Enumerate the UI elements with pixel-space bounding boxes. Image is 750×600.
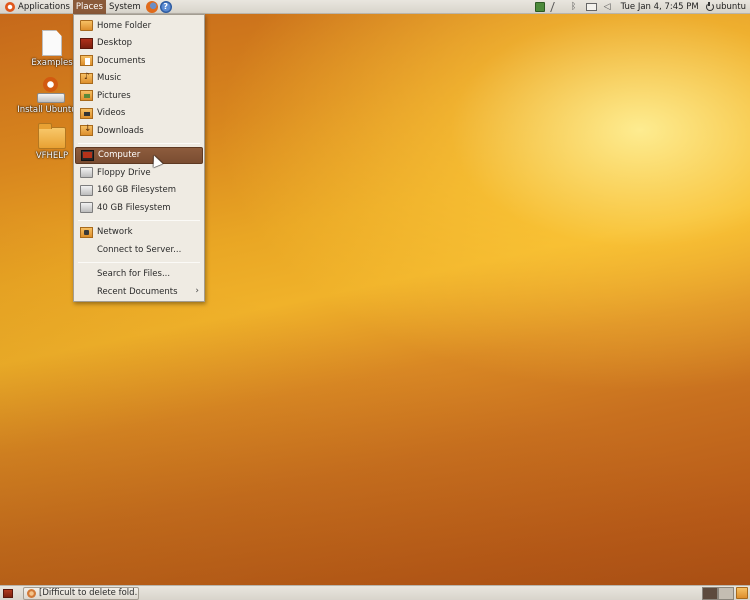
documents-folder-icon <box>80 55 93 67</box>
hard-drive-icon <box>80 202 93 214</box>
show-desktop-icon[interactable] <box>3 588 13 598</box>
system-menu[interactable]: System <box>106 0 144 14</box>
menu-item-160gb-filesystem[interactable]: 160 GB Filesystem <box>75 182 203 200</box>
window-icon <box>27 588 36 598</box>
menu-item-label: Music <box>97 73 122 84</box>
computer-icon <box>81 149 94 161</box>
firefox-icon[interactable] <box>145 0 158 13</box>
taskbar-window-button[interactable]: [Difficult to delete fold... <box>23 586 139 600</box>
ubuntu-logo-icon <box>5 1 15 12</box>
menu-item-label: Computer <box>98 150 141 161</box>
floppy-drive-icon <box>80 167 93 179</box>
music-folder-icon <box>80 72 93 84</box>
menu-item-label: 40 GB Filesystem <box>97 202 171 213</box>
menu-item-label: 160 GB Filesystem <box>97 185 176 196</box>
downloads-folder-icon <box>80 124 93 137</box>
system-menu-label: System <box>108 1 141 12</box>
session-menu[interactable]: ubuntu <box>705 1 746 12</box>
menu-item-connect-to-server[interactable]: Connect to Server... <box>75 241 203 259</box>
menu-item-label: Desktop <box>97 38 133 49</box>
applications-menu-label: Applications <box>18 1 70 12</box>
clock[interactable]: Tue Jan 4, 7:45 PM <box>621 2 699 12</box>
menu-item-label: Downloads <box>97 125 144 136</box>
menu-item-search-for-files[interactable]: Search for Files... <box>75 266 203 284</box>
menu-separator <box>78 261 200 263</box>
notification-area: ᛒ ◁ Tue Jan 4, 7:45 PM ubuntu <box>534 0 750 14</box>
menu-separator <box>78 219 200 221</box>
update-notifier-icon[interactable] <box>534 1 545 12</box>
taskbar-window-label: [Difficult to delete fold... <box>39 588 139 598</box>
menu-item-label: Search for Files... <box>97 269 171 280</box>
bluetooth-icon[interactable]: ᛒ <box>569 2 579 12</box>
folder-icon <box>38 123 66 149</box>
chevron-right-icon: › <box>195 286 199 296</box>
network-icon[interactable] <box>549 1 564 12</box>
places-menu-label: Places <box>75 1 103 12</box>
session-user-label: ubuntu <box>715 1 746 12</box>
menu-item-recent-documents[interactable]: Recent Documents › <box>75 283 203 301</box>
menu-item-label: Recent Documents <box>97 286 178 297</box>
menu-item-documents[interactable]: Documents <box>75 52 203 70</box>
menu-item-label: Network <box>97 227 133 238</box>
bottom-panel: [Difficult to delete fold... <box>0 585 750 600</box>
menu-item-label: Home Folder <box>97 20 152 31</box>
menu-item-network[interactable]: Network <box>75 224 203 242</box>
file-icon <box>42 30 62 56</box>
home-folder-icon <box>80 20 93 32</box>
menu-item-floppy-drive[interactable]: Floppy Drive <box>75 164 203 182</box>
menu-item-label: Connect to Server... <box>97 244 182 255</box>
menu-item-home-folder[interactable]: Home Folder <box>75 17 203 35</box>
workspace-1[interactable] <box>702 586 718 600</box>
menu-item-music[interactable]: Music <box>75 70 203 88</box>
power-icon <box>705 1 714 11</box>
help-icon[interactable]: ? <box>159 0 172 13</box>
menu-item-label: Documents <box>97 55 146 66</box>
volume-icon[interactable]: ◁ <box>604 2 614 12</box>
menu-item-label: Pictures <box>97 90 131 101</box>
menu-item-downloads[interactable]: Downloads <box>75 122 203 140</box>
mail-icon[interactable] <box>585 2 597 11</box>
installer-icon <box>37 77 65 103</box>
videos-folder-icon <box>80 107 93 119</box>
menu-item-videos[interactable]: Videos <box>75 105 203 123</box>
workspace-2[interactable] <box>718 586 734 600</box>
workspace-switcher <box>702 586 734 600</box>
network-icon <box>80 226 93 238</box>
applications-menu[interactable]: Applications <box>0 0 73 14</box>
places-dropdown-menu: Home Folder Desktop Documents Music Pict… <box>73 14 205 302</box>
menu-item-label: Videos <box>97 108 126 119</box>
menu-item-label: Floppy Drive <box>97 167 151 178</box>
menu-item-40gb-filesystem[interactable]: 40 GB Filesystem <box>75 199 203 217</box>
desktop-icon <box>80 37 93 49</box>
places-menu[interactable]: Places <box>72 0 106 14</box>
trash-icon[interactable] <box>736 587 748 599</box>
pictures-folder-icon <box>80 90 93 102</box>
menu-item-desktop[interactable]: Desktop <box>75 35 203 53</box>
hard-drive-icon <box>80 184 93 196</box>
menu-item-computer[interactable]: Computer <box>75 146 203 164</box>
menu-item-pictures[interactable]: Pictures <box>75 87 203 105</box>
menu-separator <box>78 142 200 144</box>
top-panel: Applications Places System ? ᛒ ◁ Tue Jan… <box>0 0 750 14</box>
